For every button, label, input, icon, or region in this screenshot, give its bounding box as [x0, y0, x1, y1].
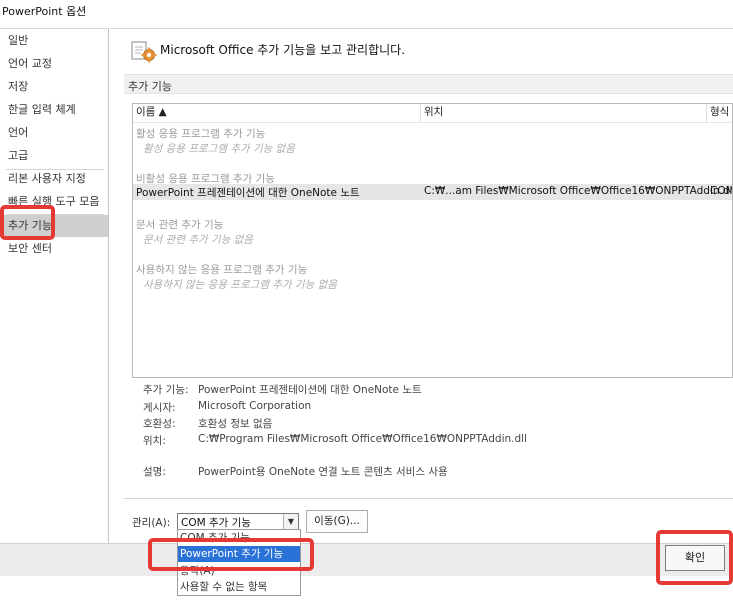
column-header-location[interactable]: 위치 — [421, 104, 707, 122]
sidebar-item-customize-ribbon[interactable]: 리본 사용자 지정 — [0, 168, 108, 190]
highlight-powerpoint-option — [148, 538, 314, 571]
dialog-footer — [0, 543, 733, 576]
manage-label: 관리(A): — [132, 517, 171, 529]
window-title: PowerPoint 옵션 — [2, 5, 87, 18]
column-header-type[interactable]: 형식 — [707, 104, 732, 122]
section-title: 추가 기능 — [128, 80, 172, 93]
detail-desc-label: 설명: — [143, 466, 166, 478]
addin-gear-icon — [131, 41, 157, 63]
group-title-document: 문서 관련 추가 기능 — [136, 219, 224, 231]
sidebar-item-korean-input[interactable]: 한글 입력 체계 — [0, 99, 108, 121]
group-empty-document: 문서 관련 추가 기능 없음 — [143, 234, 253, 246]
sidebar-item-save[interactable]: 저장 — [0, 76, 108, 98]
row-name: PowerPoint 프레젠테이션에 대한 OneNote 노트 — [136, 187, 360, 199]
column-header-name[interactable]: 이름 ▲ — [133, 104, 421, 122]
detail-desc-value: PowerPoint용 OneNote 연결 노트 콘텐츠 서비스 사용 — [198, 466, 448, 478]
content-divider — [124, 498, 733, 499]
addins-panel: Microsoft Office 추가 기능을 보고 관리합니다. 추가 기능 … — [110, 28, 733, 543]
manage-select[interactable]: COM 추가 기능 ▼ — [177, 513, 299, 530]
detail-location-value: C:₩Program Files₩Microsoft Office₩Office… — [198, 433, 527, 445]
detail-publisher-label: 게시자: — [143, 402, 176, 414]
table-row[interactable]: PowerPoint 프레젠테이션에 대한 OneNote 노트 C:₩...a… — [133, 184, 733, 200]
group-title-active: 활성 응용 프로그램 추가 기능 — [136, 128, 266, 140]
dropdown-option-disabled-items[interactable]: 사용할 수 없는 항목 — [178, 579, 300, 595]
sidebar-item-advanced[interactable]: 고급 — [0, 145, 108, 167]
addin-list[interactable]: 이름 ▲ 위치 형식 활성 응용 프로그램 추가 기능 활성 응용 프로그램 추… — [132, 103, 733, 378]
highlight-ok-button — [656, 530, 733, 585]
header-description: Microsoft Office 추가 기능을 보고 관리합니다. — [160, 43, 406, 57]
go-button[interactable]: 이동(G)... — [306, 510, 368, 533]
sidebar-item-proofing[interactable]: 언어 교정 — [0, 53, 108, 75]
group-empty-disabled: 사용하지 않는 응용 프로그램 추가 기능 없음 — [143, 279, 337, 291]
detail-location-label: 위치: — [143, 435, 166, 447]
title-bar: PowerPoint 옵션 — [0, 0, 733, 22]
detail-compat-label: 호환성: — [143, 418, 176, 430]
sidebar-item-language[interactable]: 언어 — [0, 122, 108, 144]
sidebar-item-general[interactable]: 일반 — [0, 30, 108, 52]
manage-select-value: COM 추가 기능 — [181, 517, 251, 529]
options-sidebar: 일반 언어 교정 저장 한글 입력 체계 언어 고급 리본 사용자 지정 빠른 … — [0, 28, 109, 543]
group-title-disabled: 사용하지 않는 응용 프로그램 추가 기능 — [136, 264, 308, 276]
row-type: COM — [710, 185, 733, 197]
group-empty-active: 활성 응용 프로그램 추가 기능 없음 — [143, 143, 295, 155]
detail-compat-value: 호환성 정보 없음 — [198, 418, 273, 430]
detail-publisher-value: Microsoft Corporation — [198, 400, 312, 412]
detail-addin-value: PowerPoint 프레젠테이션에 대한 OneNote 노트 — [198, 384, 422, 396]
sidebar-item-trust-center[interactable]: 보안 센터 — [0, 238, 108, 260]
section-header: 추가 기능 — [124, 74, 733, 94]
detail-addin-label: 추가 기능: — [143, 384, 189, 396]
highlight-addins-nav — [0, 205, 55, 240]
row-location: C:₩...am Files₩Microsoft Office₩Office16… — [424, 185, 733, 197]
chevron-down-icon[interactable]: ▼ — [283, 514, 298, 529]
